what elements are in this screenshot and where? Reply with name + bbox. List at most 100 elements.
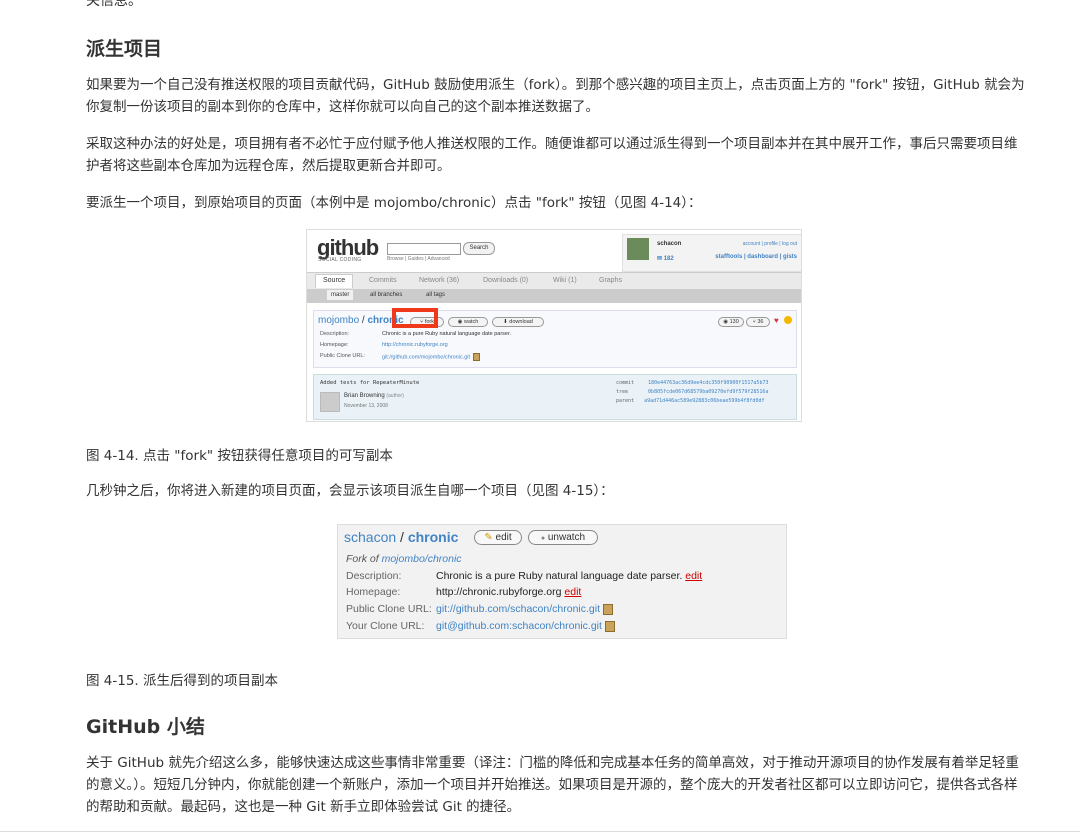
forks-value: 36 xyxy=(757,319,764,325)
homepage-value: http://chronic.rubyforge.org edit xyxy=(436,586,581,598)
repo-title: mojombo / chronic xyxy=(318,315,404,326)
mail-icon: ✉ xyxy=(657,256,664,262)
download-button[interactable]: ⬇ download xyxy=(492,317,544,327)
tree-hash-link[interactable]: 0b805fcde067d68579ba09270efd9f579f28516a xyxy=(648,389,768,395)
watch-button[interactable]: ◉ watch xyxy=(448,317,488,327)
paragraph: 关于 GitHub 就先介绍这么多，能够快速达成这些事情非常重要（译注：门槛的降… xyxy=(86,755,1019,815)
heart-icon[interactable]: ♥ xyxy=(774,316,779,325)
watchers-count[interactable]: ◉ 130 xyxy=(718,317,744,327)
commit-hashes: commit 180e44763ac36d9ee4cdc350f90900f151… xyxy=(616,379,768,406)
author-avatar xyxy=(320,392,340,412)
paragraph: 几秒钟之后，你将进入新建的项目页面，会显示该项目派生自哪一个项目（见图 4-15… xyxy=(86,483,614,499)
commit-date: November 13, 2008 xyxy=(344,403,388,409)
fork-of-prefix: Fork of xyxy=(346,553,382,565)
paragraph: 如果要为一个自己没有推送权限的项目贡献代码，GitHub 鼓励使用派生（fork… xyxy=(86,77,1025,115)
search-button[interactable]: Search xyxy=(463,242,495,255)
divider xyxy=(0,831,1080,832)
commit-author: Brian Browning (author) xyxy=(344,393,404,399)
forks-icon: ⑂ xyxy=(752,319,756,325)
account-links[interactable]: account | profile | log out xyxy=(743,241,797,247)
your-clone-text: git@github.com:schacon/chronic.git xyxy=(436,620,602,632)
mail-count: 182 xyxy=(663,256,674,262)
clipboard-icon[interactable] xyxy=(473,353,481,361)
search-input[interactable] xyxy=(387,243,461,255)
author-role: (author) xyxy=(386,393,404,399)
download-icon: ⬇ xyxy=(503,319,508,325)
edit-label: edit xyxy=(495,532,512,543)
repo-name-link[interactable]: chronic xyxy=(408,529,459,545)
subtab-master[interactable]: master xyxy=(327,290,354,300)
repo-owner-link[interactable]: mojombo xyxy=(318,315,359,326)
eye-icon: ◉ xyxy=(457,319,463,325)
branch-tabs: master all branches all tags xyxy=(307,289,801,303)
clone-url-link[interactable]: git://github.com/mojombo/chronic.git xyxy=(382,353,481,361)
your-clone-label: Your Clone URL: xyxy=(346,620,425,632)
tab-source[interactable]: Source xyxy=(315,274,354,288)
truncated-text: 关信息。 xyxy=(86,0,142,9)
github-header: github SOCIAL CODING Search Browse | Gui… xyxy=(307,230,801,272)
forks-count[interactable]: ⑂ 36 xyxy=(746,317,770,327)
paragraph: 采取这种办法的好处是，项目拥有者不必忙于应付赋予他人推送权限的工作。随便谁都可以… xyxy=(86,136,1018,174)
description-value: Chronic is a pure Ruby natural language … xyxy=(436,570,702,582)
homepage-label: Homepage: xyxy=(346,586,401,598)
tab-graphs[interactable]: Graphs xyxy=(599,277,622,284)
homepage-text: http://chronic.rubyforge.org xyxy=(436,586,562,598)
dashboard-links[interactable]: stafftools | dashboard | gists xyxy=(715,254,797,260)
inbox-count[interactable]: ✉ 182 xyxy=(657,255,674,262)
badge-icon xyxy=(784,316,792,324)
public-clone-text: git://github.com/schacon/chronic.git xyxy=(436,603,601,615)
fork-of-note: Fork of mojombo/chronic xyxy=(346,553,462,565)
clipboard-icon[interactable] xyxy=(604,620,615,632)
edit-button[interactable]: ✎ edit xyxy=(474,530,522,545)
commit-hash-link[interactable]: 180e44763ac36d9ee4cdc350f90900f1517a5b73 xyxy=(648,380,768,386)
tab-commits[interactable]: Commits xyxy=(369,277,397,284)
username[interactable]: schacon xyxy=(657,241,681,247)
description-label: Description: xyxy=(320,331,350,337)
repo-tabs: Source Commits Network (36) Downloads (0… xyxy=(307,272,801,290)
repo-owner-link[interactable]: schacon xyxy=(344,529,396,545)
watchers-icon: ◉ xyxy=(723,319,729,325)
public-clone-link[interactable]: git://github.com/schacon/chronic.git xyxy=(436,603,614,615)
paragraph: 要派生一个项目，到原始项目的页面（本例中是 mojombo/chronic）点击… xyxy=(86,195,702,211)
repo-info-box: mojombo / chronic ⑂ fork ◉ watch ⬇ downl… xyxy=(313,310,797,368)
parent-hash-link[interactable]: a9ad71d446ac589e92883c06beae599b4f8fd0df xyxy=(644,398,764,404)
figure-4-14-screenshot: github SOCIAL CODING Search Browse | Gui… xyxy=(306,229,802,422)
clipboard-icon[interactable] xyxy=(603,603,614,615)
homepage-label: Homepage: xyxy=(320,342,349,348)
commit-label: commit xyxy=(616,380,635,386)
eye-icon: ● xyxy=(540,535,546,542)
tab-network[interactable]: Network (36) xyxy=(419,277,459,284)
description-label: Description: xyxy=(346,570,402,582)
watch-label: watch xyxy=(463,319,479,325)
clone-url-label: Public Clone URL: xyxy=(320,353,365,359)
avatar[interactable] xyxy=(627,238,649,260)
edit-description-link[interactable]: edit xyxy=(685,570,702,582)
logo-tagline: SOCIAL CODING xyxy=(318,257,362,263)
description-text: Chronic is a pure Ruby natural language … xyxy=(436,570,683,582)
parent-label: parent xyxy=(616,398,635,404)
homepage-link[interactable]: http://chronic.rubyforge.org xyxy=(382,342,448,348)
search-links[interactable]: Browse | Guides | Advanced xyxy=(387,256,450,262)
section-heading-fork: 派生项目 xyxy=(86,38,163,60)
subtab-all-branches[interactable]: all branches xyxy=(370,292,402,298)
figure-caption-4-14: 图 4-14. 点击 "fork" 按钮获得任意项目的可写副本 xyxy=(86,448,393,464)
repo-title: schacon / chronic xyxy=(344,529,458,545)
unwatch-button[interactable]: ● unwatch xyxy=(528,530,598,545)
clone-url-text: git://github.com/mojombo/chronic.git xyxy=(382,354,471,361)
description-value: Chronic is a pure Ruby natural language … xyxy=(382,331,512,337)
fork-of-link[interactable]: mojombo/chronic xyxy=(382,553,462,565)
edit-homepage-link[interactable]: edit xyxy=(564,586,581,598)
fork-highlight-box xyxy=(392,308,438,328)
public-clone-label: Public Clone URL: xyxy=(346,603,432,615)
tab-downloads[interactable]: Downloads (0) xyxy=(483,277,528,284)
user-panel: schacon ✉ 182 account | profile | log ou… xyxy=(622,234,801,272)
watchers-value: 130 xyxy=(729,319,739,325)
section-heading-github-summary: GitHub 小结 xyxy=(86,716,205,738)
subtab-all-tags[interactable]: all tags xyxy=(426,292,445,298)
your-clone-link[interactable]: git@github.com:schacon/chronic.git xyxy=(436,620,615,632)
figure-caption-4-15: 图 4-15. 派生后得到的项目副本 xyxy=(86,673,279,689)
author-name[interactable]: Brian Browning xyxy=(344,393,385,399)
unwatch-label: unwatch xyxy=(547,532,586,543)
pencil-icon: ✎ xyxy=(484,532,493,543)
tab-wiki[interactable]: Wiki (1) xyxy=(553,277,577,284)
